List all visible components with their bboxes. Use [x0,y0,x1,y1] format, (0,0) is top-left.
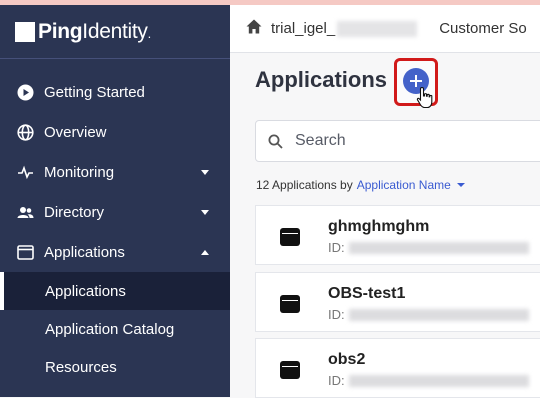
application-name: OBS-test1 [328,285,406,302]
chevron-down-icon [201,169,209,175]
search-input[interactable]: Search [255,120,540,162]
sidebar-item-getting-started[interactable]: Getting Started [0,72,230,112]
search-icon [268,134,283,149]
chevron-down-icon [201,209,209,215]
application-icon [280,228,300,246]
redacted-id [348,308,529,321]
sidebar-subitem-label: Applications [45,282,126,300]
application-name: ghmghmghm [328,218,430,235]
active-indicator [0,272,4,310]
sidebar-subitem-application-catalog[interactable]: Application Catalog [0,310,230,348]
application-id: ID: [328,373,529,388]
sidebar-item-label: Overview [44,123,107,141]
pingidentity-logo[interactable]: PingIdentity. [15,19,151,45]
redacted-environment-name [337,20,418,37]
sidebar-item-monitoring[interactable]: Monitoring [0,152,230,192]
sidebar-divider [0,58,230,59]
breadcrumb: trial_igel_ Customer So [230,5,540,53]
sidebar-item-directory[interactable]: Directory [0,192,230,232]
application-id: ID: [328,307,529,322]
list-item[interactable]: ghmghmghm ID: [255,205,540,265]
redacted-id [348,374,529,387]
breadcrumb-customer[interactable]: Customer So [439,20,527,37]
sidebar-item-label: Directory [44,203,105,221]
page-title: Applications [255,67,388,92]
sidebar-subitem-label: Application Catalog [45,320,175,338]
application-count: 12 Applications by Application Name [256,178,465,192]
list-item[interactable]: OBS-test1 ID: [255,272,540,332]
breadcrumb-environment[interactable]: trial_igel_ [271,20,335,37]
chevron-down-icon[interactable] [456,183,465,187]
home-icon[interactable] [246,19,262,38]
window-icon [16,243,34,261]
play-circle-icon [16,83,34,101]
sidebar-item-applications[interactable]: Applications [0,232,230,272]
application-id: ID: [328,240,529,255]
sidebar: PingIdentity. Getting Started Overview M… [0,5,230,397]
sidebar-subitem-applications[interactable]: Applications [0,272,230,310]
list-item[interactable]: obs2 ID: [255,338,540,398]
redacted-id [348,241,529,254]
sidebar-item-label: Monitoring [44,163,115,181]
sidebar-subitem-label: Resources [45,358,117,376]
pulse-icon [16,163,34,181]
sidebar-item-overview[interactable]: Overview [0,112,230,152]
sidebar-item-label: Applications [44,243,125,261]
hand-cursor-icon [416,86,436,115]
application-name: obs2 [328,351,366,368]
sidebar-subitem-resources[interactable]: Resources [0,348,230,386]
sidebar-item-label: Getting Started [44,83,145,101]
search-placeholder: Search [295,132,346,149]
users-icon [16,203,34,221]
application-icon [280,361,300,379]
globe-icon [16,123,34,141]
sort-dropdown[interactable]: Application Name [357,178,451,192]
logo-square-icon [15,22,35,42]
chevron-up-icon [201,249,209,255]
application-icon [280,295,300,313]
